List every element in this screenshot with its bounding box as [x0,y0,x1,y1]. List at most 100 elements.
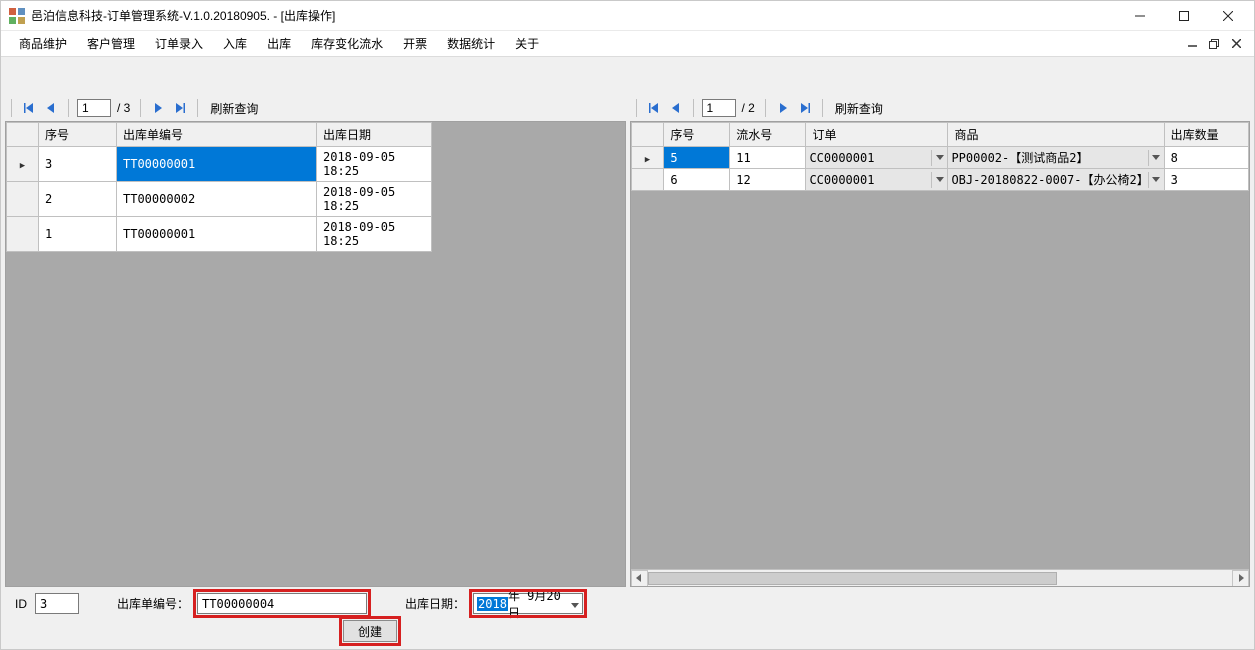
table-row[interactable]: 6 12 CC0000001 OBJ-20180822-0007-【办公椅2】 … [631,169,1249,191]
docnum-label: 出库单编号： [117,595,189,612]
cell-date[interactable]: 2018-09-05 18:25 [317,217,432,252]
cell-product[interactable]: OBJ-20180822-0007-【办公椅2】 [948,169,1164,191]
chevron-down-icon[interactable] [1148,172,1164,188]
menu-about[interactable]: 关于 [505,31,549,56]
refresh-button-right[interactable]: 刷新查询 [831,100,887,117]
cell-seq[interactable]: 6 [664,169,730,191]
cell-doc[interactable]: TT00000002 [117,182,317,217]
cell-product[interactable]: PP00002-【测试商品2】 [948,147,1164,169]
left-paginator: / 3 刷新查询 [5,95,626,121]
menubar: 商品维护 客户管理 订单录入 入库 出库 库存变化流水 开票 数据统计 关于 [1,31,1254,57]
prev-page-icon[interactable] [42,99,60,117]
first-page-icon[interactable] [645,99,663,117]
menu-inbound[interactable]: 入库 [213,31,257,56]
table-row[interactable]: ▶ 5 11 CC0000001 PP00002-【测试商品2】 8 [631,147,1249,169]
page-total: / 3 [115,101,132,115]
left-grid[interactable]: 序号 出库单编号 出库日期 ▶ 3 TT00000001 2018-09-05 … [5,121,626,587]
page-total: / 2 [740,101,757,115]
grid-corner [631,123,664,147]
prev-page-icon[interactable] [667,99,685,117]
first-page-icon[interactable] [20,99,38,117]
cell-doc[interactable]: TT00000001 [117,147,317,182]
mdi-close-icon[interactable] [1226,36,1246,52]
horizontal-scrollbar[interactable] [631,569,1250,586]
menu-products[interactable]: 商品维护 [9,31,77,56]
date-rest: 年 9月20日 [508,587,571,621]
date-picker[interactable]: 2018年 9月20日 [473,593,583,614]
table-row[interactable]: 2 TT00000002 2018-09-05 18:25 [7,182,432,217]
row-header [7,182,39,217]
cell-qty[interactable]: 8 [1164,147,1248,169]
cell-flow[interactable]: 11 [730,147,806,169]
row-pointer-icon: ▶ [7,147,39,182]
left-pane: / 3 刷新查询 序号 出库单编号 出库日期 [5,61,626,645]
col-seq[interactable]: 序号 [664,123,730,147]
col-date[interactable]: 出库日期 [317,123,432,147]
grid-corner [7,123,39,147]
mdi-restore-icon[interactable] [1204,36,1224,52]
docnum-field[interactable] [197,593,367,614]
chevron-down-icon[interactable] [1148,150,1164,166]
cell-flow[interactable]: 12 [730,169,806,191]
page-input[interactable] [77,99,111,117]
col-seq[interactable]: 序号 [39,123,117,147]
refresh-button-left[interactable]: 刷新查询 [206,100,262,117]
menu-invoice[interactable]: 开票 [393,31,437,56]
window-title: 邑泊信息科技-订单管理系统-V.1.0.20180905. - [出库操作] [31,7,1118,24]
left-top-strip [5,61,626,95]
cell-order[interactable]: CC0000001 [806,169,948,191]
scroll-track[interactable] [648,570,1233,587]
cell-seq[interactable]: 2 [39,182,117,217]
col-flow[interactable]: 流水号 [730,123,806,147]
cell-date[interactable]: 2018-09-05 18:25 [317,147,432,182]
menu-customers[interactable]: 客户管理 [77,31,145,56]
cell-order[interactable]: CC0000001 [806,147,948,169]
menu-outbound[interactable]: 出库 [257,31,301,56]
cell-seq[interactable]: 1 [39,217,117,252]
date-year-selected: 2018 [477,597,508,611]
minimize-button[interactable] [1118,2,1162,30]
last-page-icon[interactable] [796,99,814,117]
create-button[interactable]: 创建 [343,620,397,642]
next-page-icon[interactable] [774,99,792,117]
app-icon [9,8,25,24]
last-page-icon[interactable] [171,99,189,117]
col-doc[interactable]: 出库单编号 [117,123,317,147]
cell-qty[interactable]: 3 [1164,169,1248,191]
col-product[interactable]: 商品 [948,123,1164,147]
chevron-down-icon[interactable] [931,172,947,188]
cell-seq[interactable]: 3 [39,147,117,182]
scroll-left-icon[interactable] [631,570,648,587]
scroll-right-icon[interactable] [1232,570,1249,587]
menu-inventory-flow[interactable]: 库存变化流水 [301,31,393,56]
cell-doc[interactable]: TT00000001 [117,217,317,252]
maximize-button[interactable] [1162,2,1206,30]
next-page-icon[interactable] [149,99,167,117]
table-row[interactable]: 1 TT00000001 2018-09-05 18:25 [7,217,432,252]
app-window: 邑泊信息科技-订单管理系统-V.1.0.20180905. - [出库操作] 商… [0,0,1255,650]
scroll-thumb[interactable] [648,572,1057,585]
titlebar: 邑泊信息科技-订单管理系统-V.1.0.20180905. - [出库操作] [1,1,1254,31]
date-label: 出库日期： [405,595,465,612]
col-order[interactable]: 订单 [806,123,948,147]
chevron-down-icon[interactable] [931,150,947,166]
row-header [631,169,664,191]
menu-statistics[interactable]: 数据统计 [437,31,505,56]
row-pointer-icon: ▶ [631,147,664,169]
table-row[interactable]: ▶ 3 TT00000001 2018-09-05 18:25 [7,147,432,182]
menu-order-entry[interactable]: 订单录入 [145,31,213,56]
cell-date[interactable]: 2018-09-05 18:25 [317,182,432,217]
cell-seq[interactable]: 5 [664,147,730,169]
mdi-minimize-icon[interactable] [1182,36,1202,52]
right-footer-spacer [630,587,1251,645]
id-field[interactable] [35,593,79,614]
right-paginator: / 2 刷新查询 [630,95,1251,121]
page-input[interactable] [702,99,736,117]
right-grid[interactable]: 序号 流水号 订单 商品 出库数量 ▶ 5 11 CC0000001 PP000… [630,121,1251,587]
chevron-down-icon[interactable] [571,597,579,611]
content-area: / 3 刷新查询 序号 出库单编号 出库日期 [1,57,1254,649]
right-top-strip [630,61,1251,95]
id-label: ID [15,597,27,611]
col-qty[interactable]: 出库数量 [1164,123,1248,147]
close-button[interactable] [1206,2,1250,30]
